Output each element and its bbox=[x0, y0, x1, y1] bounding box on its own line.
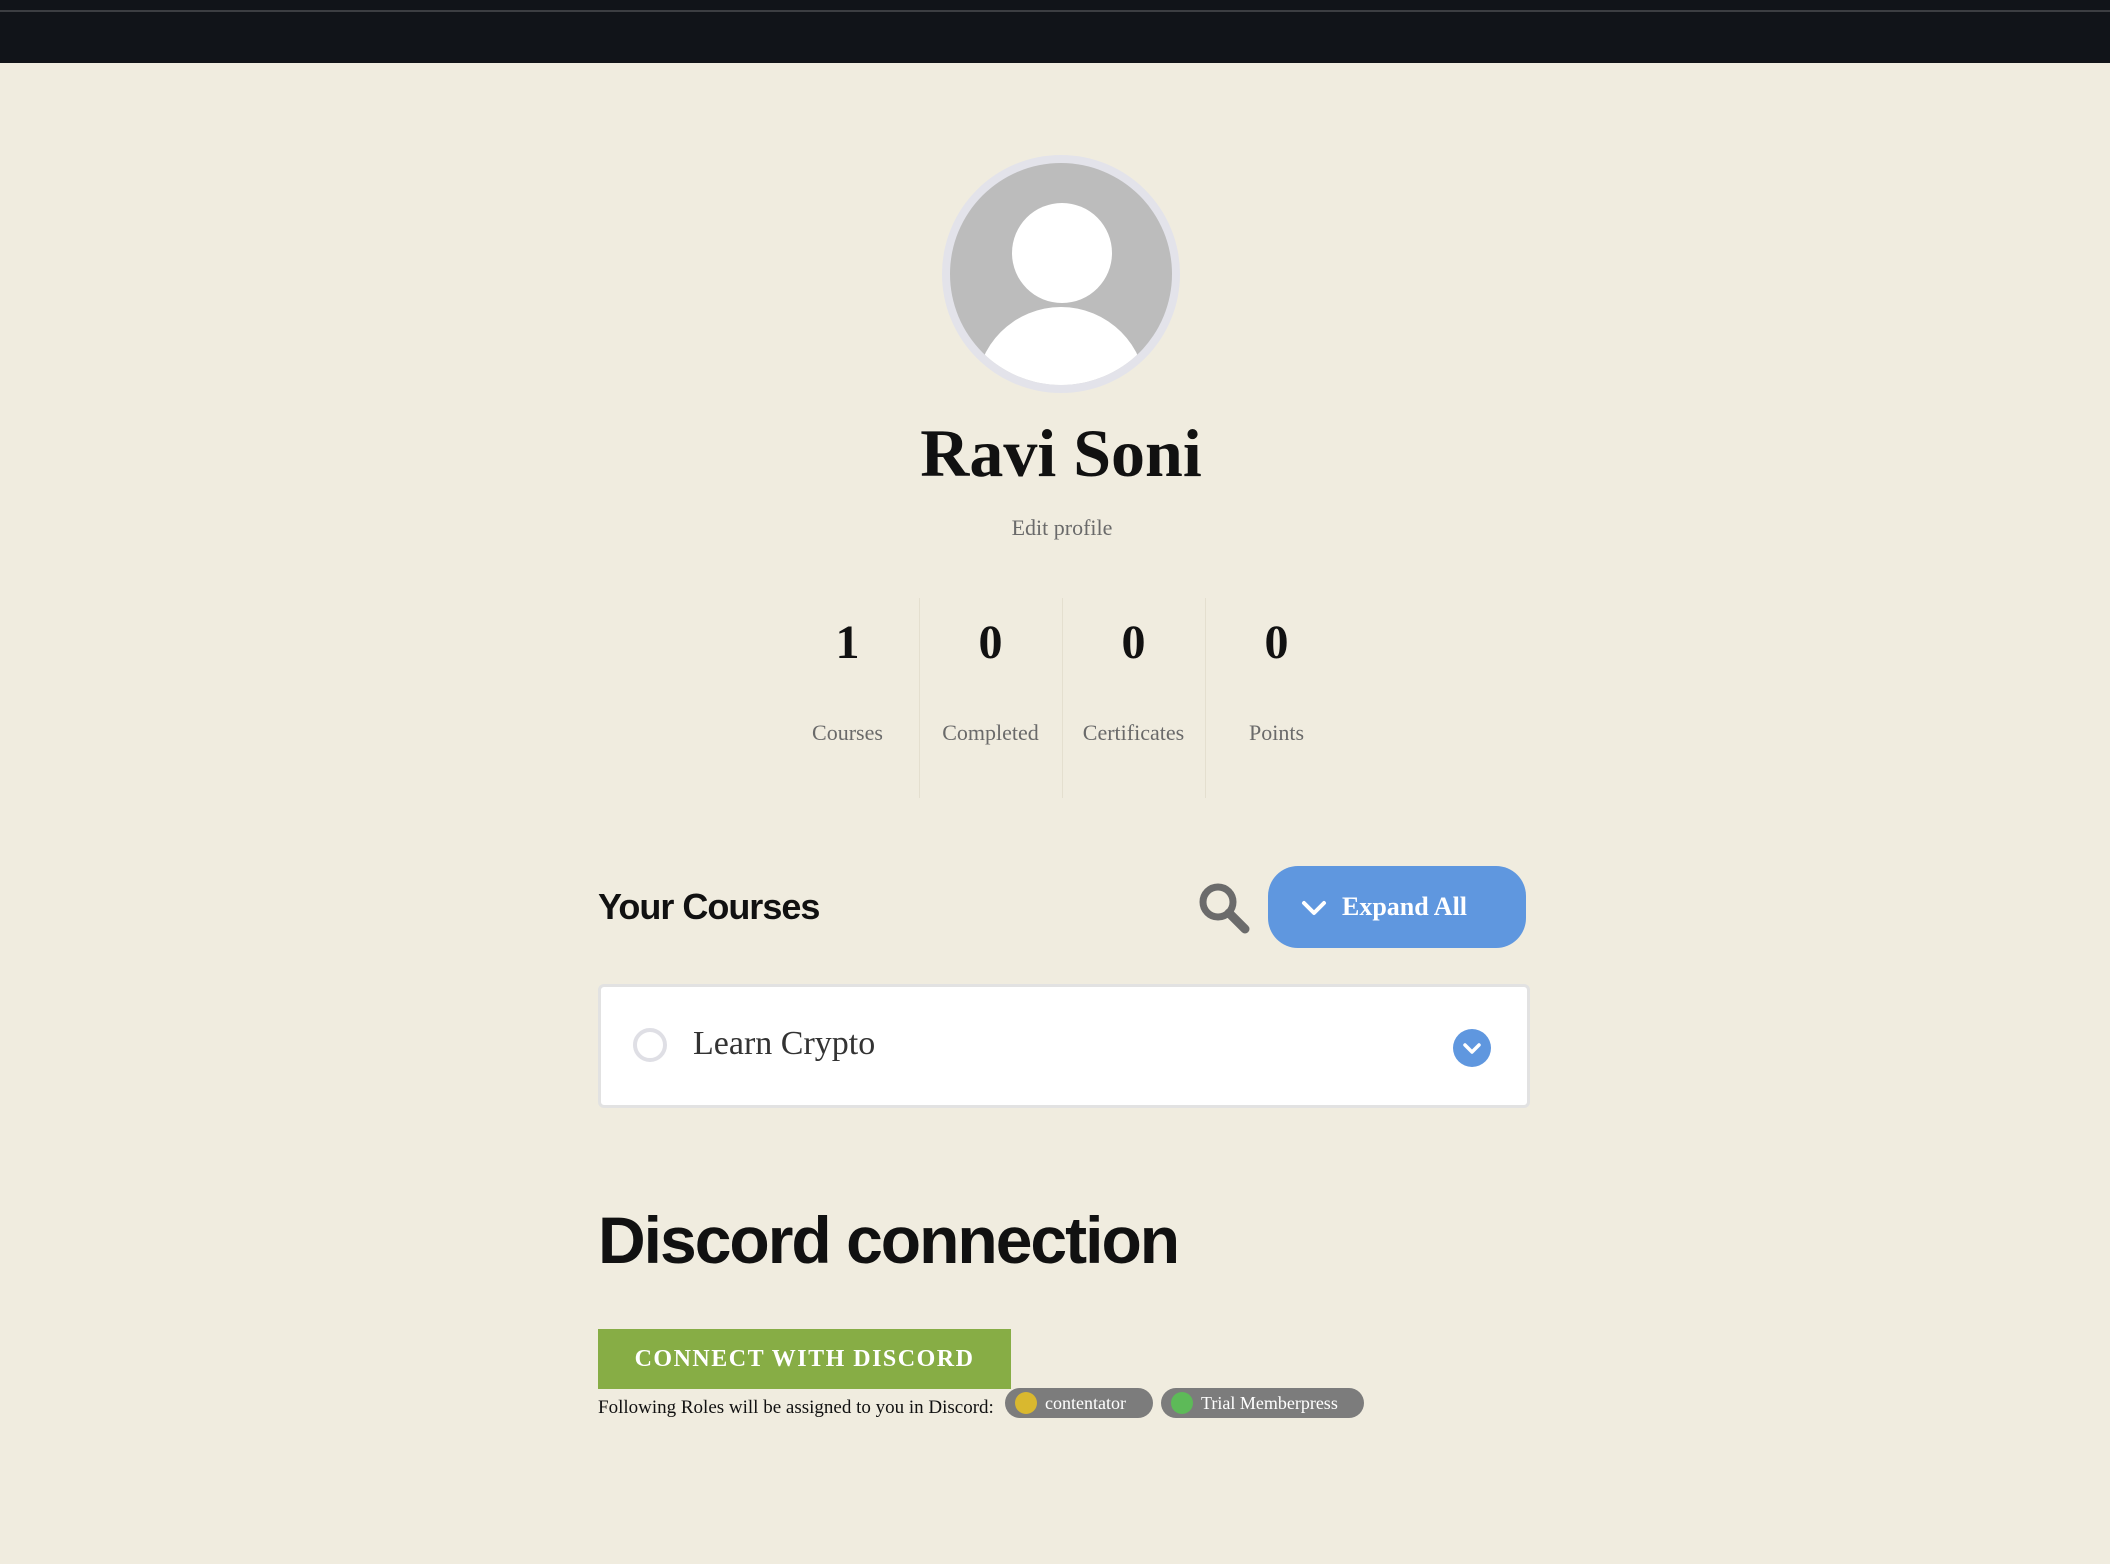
course-title: Learn Crypto bbox=[693, 1025, 876, 1062]
course-expand-toggle[interactable] bbox=[1453, 1029, 1491, 1067]
profile-stats: 1 Courses 0 Completed 0 Certificates 0 P… bbox=[776, 598, 1348, 798]
discord-connection-heading: Discord connection bbox=[598, 1203, 1180, 1277]
default-avatar-icon bbox=[950, 163, 1172, 385]
stat-certificates: 0 Certificates bbox=[1062, 598, 1205, 798]
stat-completed-label: Completed bbox=[942, 720, 1039, 745]
role-badge-contentator: contentator bbox=[1005, 1388, 1153, 1418]
chevron-down-icon bbox=[1463, 1043, 1481, 1054]
role-badge-trial-memberpress: Trial Memberpress bbox=[1161, 1388, 1364, 1418]
course-status-icon bbox=[633, 1028, 667, 1062]
role-name: contentator bbox=[1045, 1393, 1126, 1413]
stat-points-label: Points bbox=[1248, 720, 1305, 745]
roles-description: Following Roles will be assigned to you … bbox=[598, 1397, 994, 1418]
stat-completed-value: 0 bbox=[978, 616, 1003, 669]
role-name: Trial Memberpress bbox=[1201, 1393, 1338, 1413]
top-bar-divider bbox=[0, 10, 2110, 12]
stat-certificates-label: Certificates bbox=[1082, 720, 1185, 745]
expand-all-label: Expand All bbox=[1342, 892, 1468, 921]
role-color-dot bbox=[1171, 1392, 1193, 1414]
stat-completed: 0 Completed bbox=[919, 598, 1062, 798]
stat-courses-value: 1 bbox=[835, 616, 860, 669]
edit-profile-link[interactable]: Edit profile bbox=[912, 512, 1212, 544]
avatar-head-shape bbox=[1012, 203, 1112, 303]
connect-with-discord-button[interactable]: CONNECT WITH DISCORD bbox=[598, 1329, 1011, 1389]
search-icon bbox=[1199, 883, 1250, 934]
search-button[interactable] bbox=[1196, 880, 1252, 936]
avatar-body-shape bbox=[976, 307, 1146, 385]
stat-points: 0 Points bbox=[1205, 598, 1348, 798]
expand-all-button[interactable]: Expand All bbox=[1268, 866, 1526, 948]
course-item[interactable]: Learn Crypto bbox=[598, 984, 1530, 1108]
stat-points-value: 0 bbox=[1264, 616, 1289, 669]
avatar bbox=[942, 155, 1180, 393]
role-color-dot bbox=[1015, 1392, 1037, 1414]
chevron-down-icon bbox=[1302, 901, 1326, 915]
top-bar bbox=[0, 0, 2110, 63]
stat-certificates-value: 0 bbox=[1121, 616, 1146, 669]
stat-courses-label: Courses bbox=[812, 720, 883, 745]
your-courses-heading: Your Courses bbox=[598, 886, 820, 927]
profile-name: Ravi Soni bbox=[920, 415, 1202, 491]
stat-courses: 1 Courses bbox=[776, 598, 919, 798]
